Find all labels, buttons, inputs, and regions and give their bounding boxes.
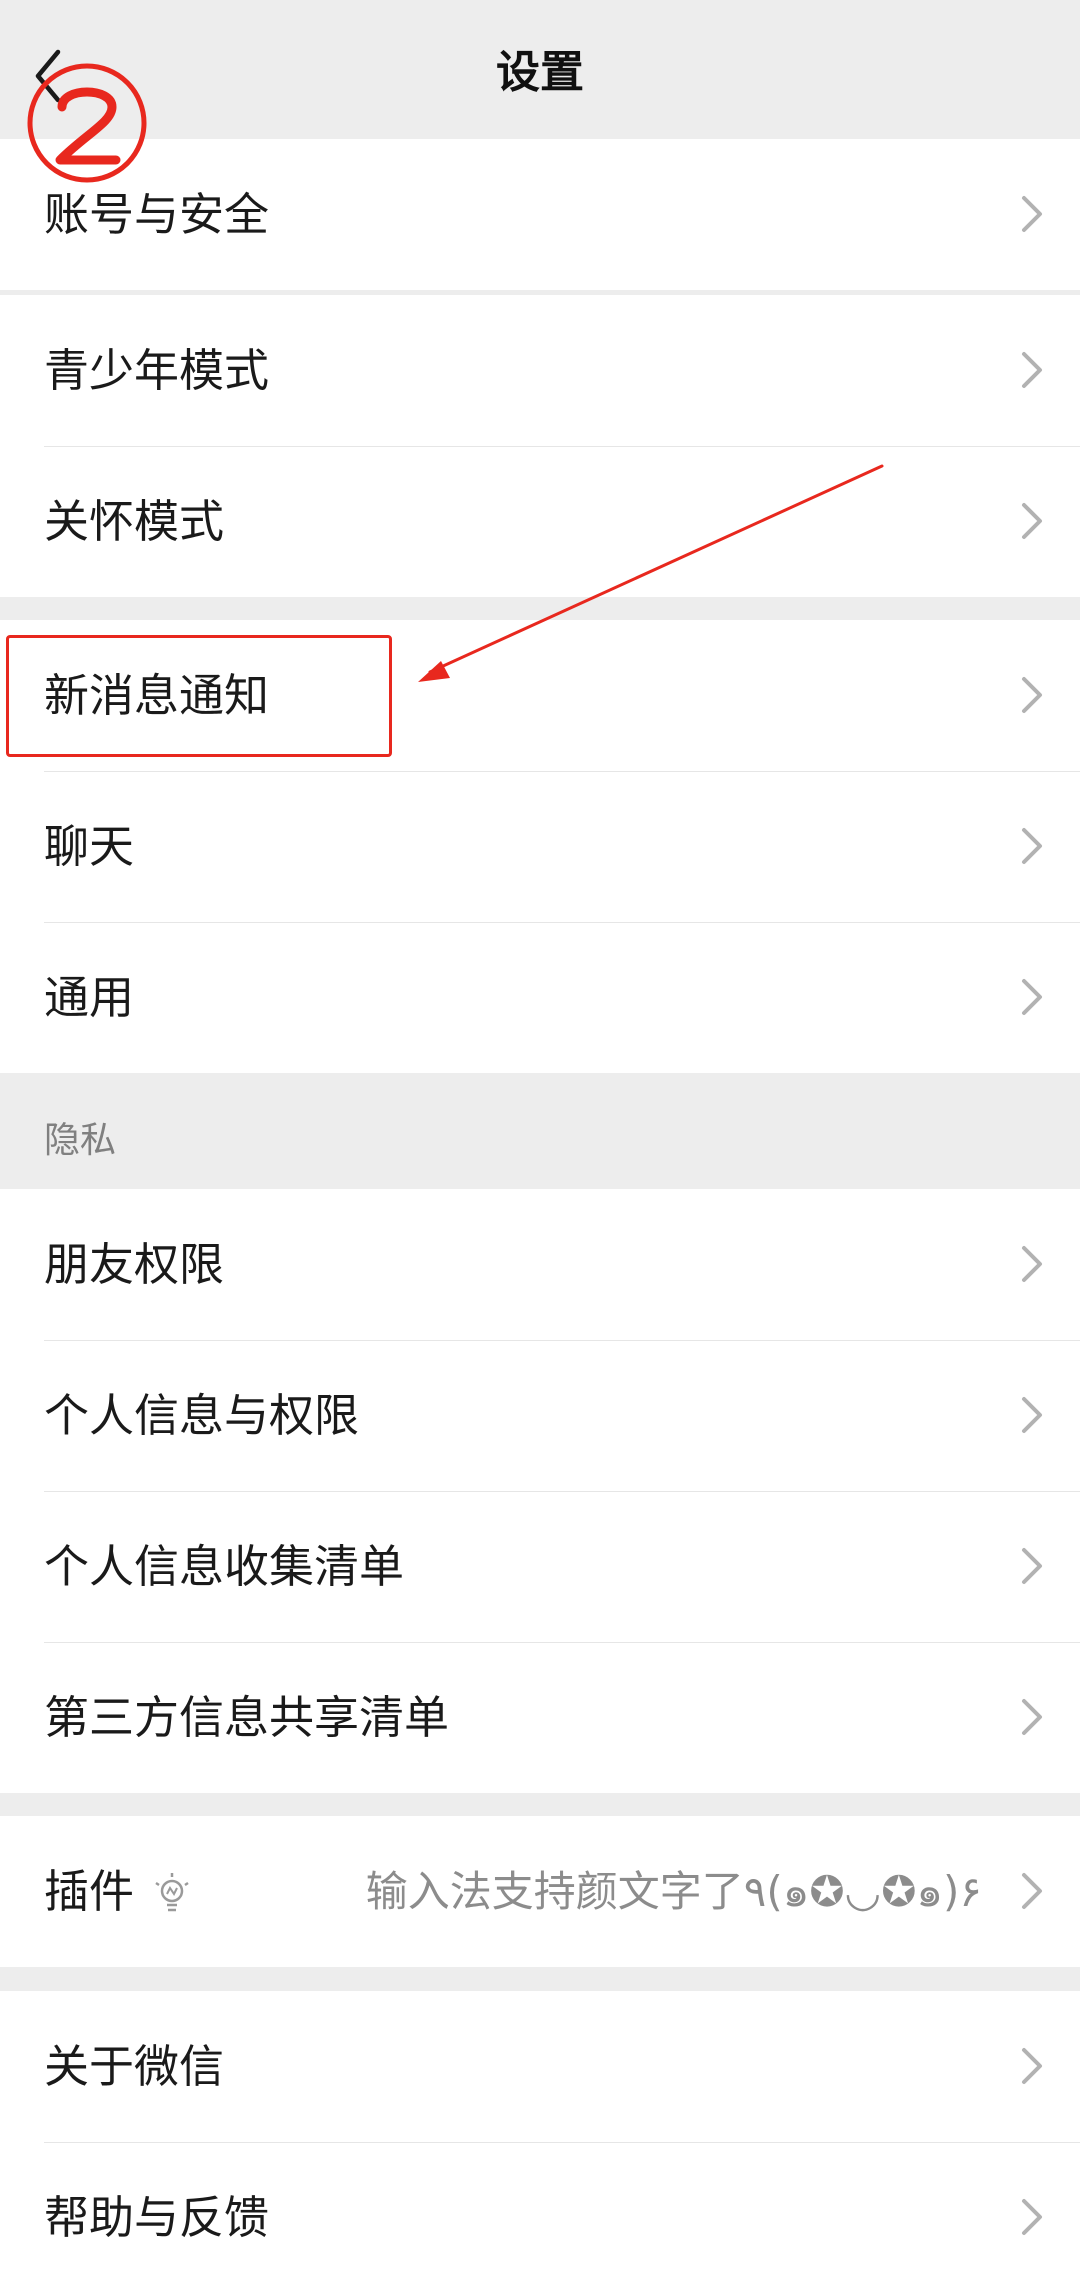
- settings-item-teen-mode[interactable]: 青少年模式: [0, 295, 1080, 446]
- settings-item-account-security[interactable]: 账号与安全: [0, 139, 1080, 290]
- settings-item-label: 朋友权限: [44, 1238, 225, 1291]
- page-title: 设置: [496, 47, 584, 98]
- chevron-right-icon: [1022, 2199, 1042, 2235]
- chevron-right-icon: [1022, 1699, 1042, 1735]
- settings-item-personal-info-permissions[interactable]: 个人信息与权限: [0, 1340, 1080, 1491]
- settings-item-label: 关于微信: [44, 2040, 225, 2093]
- settings-item-about-wechat[interactable]: 关于微信: [0, 1991, 1080, 2142]
- settings-group-about: 关于微信 帮助与反馈: [0, 1991, 1080, 2293]
- chevron-right-icon: [1022, 1873, 1042, 1909]
- chevron-right-icon: [1022, 1246, 1042, 1282]
- chevron-right-icon: [1022, 677, 1042, 713]
- chevron-right-icon: [1022, 1397, 1042, 1433]
- settings-item-help-feedback[interactable]: 帮助与反馈: [0, 2142, 1080, 2293]
- settings-item-plugins[interactable]: 插件 输入法支持颜文字了٩(๑✪◡✪๑)۶: [0, 1816, 1080, 1967]
- settings-item-label: 聊天: [44, 820, 135, 873]
- settings-item-third-party-sharing[interactable]: 第三方信息共享清单: [0, 1642, 1080, 1793]
- chevron-right-icon: [1022, 2048, 1042, 2084]
- settings-item-label: 个人信息与权限: [44, 1389, 360, 1442]
- settings-group-privacy: 朋友权限 个人信息与权限 个人信息收集清单 第三方信息共享清单: [0, 1189, 1080, 1793]
- chevron-right-icon: [1022, 1548, 1042, 1584]
- annotation-step-badge: [27, 63, 147, 183]
- settings-item-label: 关怀模式: [44, 495, 225, 548]
- settings-item-care-mode[interactable]: 关怀模式: [0, 446, 1080, 597]
- settings-item-label: 插件: [44, 1865, 135, 1918]
- settings-item-friend-permissions[interactable]: 朋友权限: [0, 1189, 1080, 1340]
- chevron-right-icon: [1022, 979, 1042, 1015]
- settings-item-label: 个人信息收集清单: [44, 1540, 405, 1593]
- chevron-right-icon: [1022, 828, 1042, 864]
- section-header-privacy: 隐私: [44, 1120, 117, 1161]
- settings-item-chats[interactable]: 聊天: [0, 771, 1080, 922]
- nav-bar: 设置: [0, 0, 1080, 139]
- annotation-highlight-box: [6, 635, 392, 757]
- chevron-right-icon: [1022, 352, 1042, 388]
- settings-item-label: 第三方信息共享清单: [44, 1691, 450, 1744]
- settings-item-personal-info-list[interactable]: 个人信息收集清单: [0, 1491, 1080, 1642]
- settings-group-modes: 青少年模式 关怀模式: [0, 295, 1080, 597]
- chevron-right-icon: [1022, 503, 1042, 539]
- lightbulb-icon: [155, 1873, 189, 1912]
- settings-group-account: 账号与安全: [0, 139, 1080, 290]
- plugin-hint-text: 输入法支持颜文字了٩(๑✪◡✪๑)۶: [365, 1867, 982, 1916]
- settings-group-plugins: 插件 输入法支持颜文字了٩(๑✪◡✪๑)۶: [0, 1816, 1080, 1967]
- settings-item-label: 通用: [44, 971, 135, 1024]
- chevron-right-icon: [1022, 196, 1042, 232]
- settings-item-label: 青少年模式: [44, 344, 270, 397]
- settings-item-general[interactable]: 通用: [0, 922, 1080, 1073]
- settings-item-label: 帮助与反馈: [44, 2191, 270, 2244]
